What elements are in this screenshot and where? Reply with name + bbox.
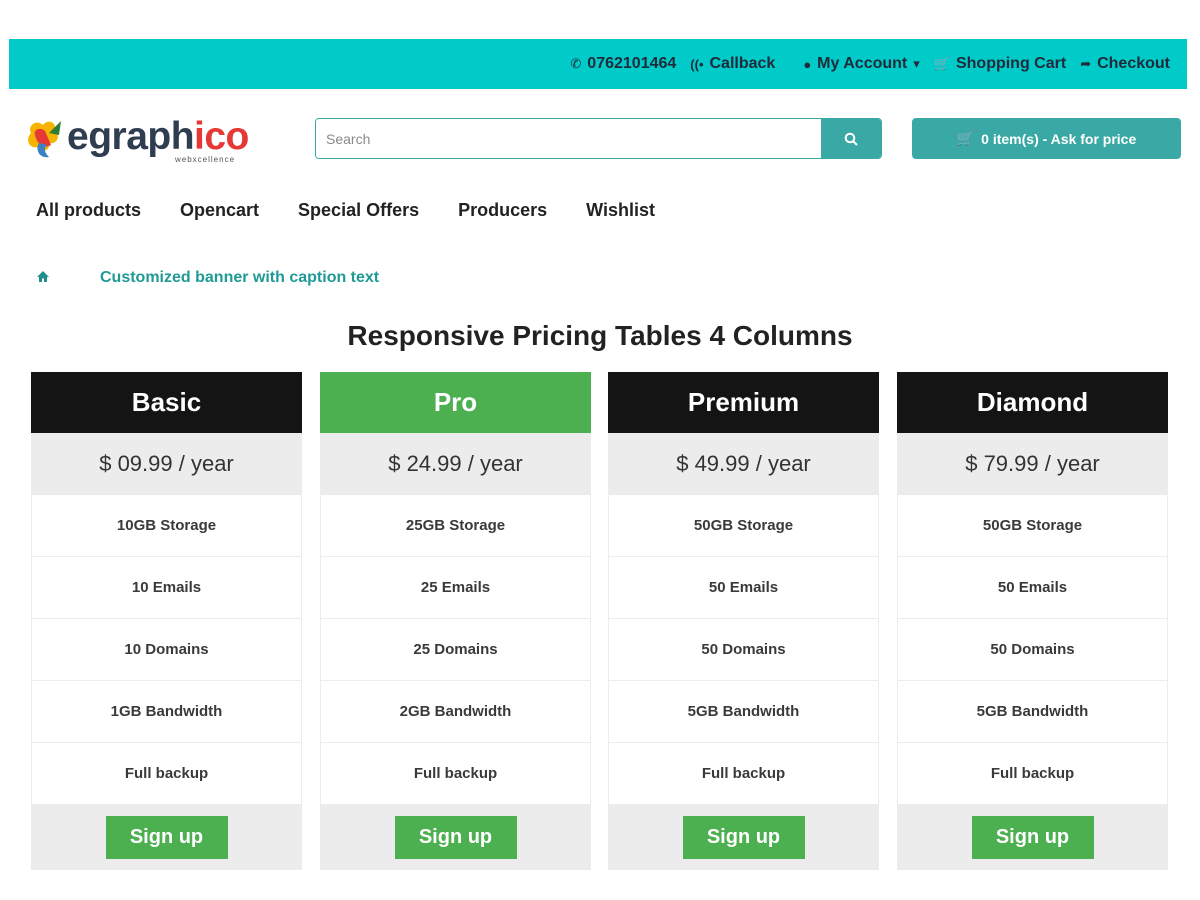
plan-feature: 50GB Storage: [608, 495, 879, 557]
plan-footer: Sign up: [31, 805, 302, 870]
plan-name: Diamond: [897, 372, 1168, 433]
shopping-cart-link[interactable]: 🛒 Shopping Cart: [934, 55, 1066, 73]
site-logo[interactable]: egraphico webxcellence: [25, 111, 260, 169]
plan-footer: Sign up: [608, 805, 879, 870]
pricing-column-diamond: Diamond $ 79.99 / year 50GB Storage 50 E…: [897, 372, 1168, 870]
cart-icon: 🛒: [956, 130, 975, 146]
callback-link[interactable]: ((• Callback: [690, 55, 775, 73]
callback-icon: ((•: [690, 56, 704, 72]
nav-item-producers[interactable]: Producers: [458, 200, 547, 221]
top-bar-links: ✆ 0762101464 ((• Callback ● My Account ▾…: [570, 39, 1170, 89]
logo-text-main: egraph: [67, 115, 195, 158]
logo-text-accent: ico: [194, 115, 249, 158]
plan-feature: Full backup: [320, 743, 591, 805]
plan-feature: 5GB Bandwidth: [608, 681, 879, 743]
plan-feature: 25GB Storage: [320, 495, 591, 557]
plan-price: $ 24.99 / year: [320, 433, 591, 495]
plan-name: Pro: [320, 372, 591, 433]
plan-feature: 10 Emails: [31, 557, 302, 619]
my-account-label: My Account: [817, 55, 908, 72]
plan-feature: 50 Emails: [608, 557, 879, 619]
sign-up-button[interactable]: Sign up: [105, 816, 228, 859]
plan-feature: Full backup: [608, 743, 879, 805]
phone-number: 0762101464: [587, 55, 677, 72]
user-icon: ●: [803, 56, 812, 72]
shopping-cart-label: Shopping Cart: [955, 55, 1067, 72]
plan-feature: 50 Domains: [608, 619, 879, 681]
plan-feature: 50GB Storage: [897, 495, 1168, 557]
pricing-column-premium: Premium $ 49.99 / year 50GB Storage 50 E…: [608, 372, 879, 870]
plan-price: $ 79.99 / year: [897, 433, 1168, 495]
plan-price: $ 09.99 / year: [31, 433, 302, 495]
plan-footer: Sign up: [320, 805, 591, 870]
breadcrumb: Customized banner with caption text: [36, 269, 379, 287]
share-arrow-icon: ➦: [1080, 56, 1092, 71]
chevron-down-icon: ▾: [913, 56, 920, 71]
main-nav: All products Opencart Special Offers Pro…: [36, 200, 655, 221]
page-title: Responsive Pricing Tables 4 Columns: [347, 320, 853, 351]
pricing-column-pro: Pro $ 24.99 / year 25GB Storage 25 Email…: [320, 372, 591, 870]
plan-feature: Full backup: [31, 743, 302, 805]
cart-button[interactable]: 🛒 0 item(s) - Ask for price: [912, 118, 1181, 159]
cart-icon: 🛒: [933, 56, 950, 71]
sign-up-button[interactable]: Sign up: [971, 816, 1094, 859]
home-icon[interactable]: [36, 270, 50, 287]
my-account-dropdown[interactable]: ● My Account ▾: [803, 55, 919, 73]
logo-tagline: webxcellence: [175, 155, 236, 164]
plan-footer: Sign up: [897, 805, 1168, 870]
checkout-label: Checkout: [1097, 55, 1170, 72]
plan-feature: Full backup: [897, 743, 1168, 805]
plan-feature: 50 Domains: [897, 619, 1168, 681]
plan-feature: 10 Domains: [31, 619, 302, 681]
plan-feature: 25 Emails: [320, 557, 591, 619]
plan-name: Basic: [31, 372, 302, 433]
phone-icon: ✆: [570, 56, 582, 71]
phone-link[interactable]: ✆ 0762101464: [570, 55, 676, 73]
logo-wordmark: egraphico: [67, 115, 249, 159]
callback-label: Callback: [709, 55, 776, 72]
logo-mark-icon: [28, 121, 61, 158]
cart-button-label: 0 item(s) - Ask for price: [981, 130, 1137, 147]
plan-feature: 50 Emails: [897, 557, 1168, 619]
search-input[interactable]: [316, 119, 821, 158]
plan-feature: 10GB Storage: [31, 495, 302, 557]
plan-feature: 5GB Bandwidth: [897, 681, 1168, 743]
top-bar: ✆ 0762101464 ((• Callback ● My Account ▾…: [9, 39, 1187, 89]
nav-item-opencart[interactable]: Opencart: [180, 200, 259, 221]
nav-item-wishlist[interactable]: Wishlist: [586, 200, 655, 221]
plan-feature: 1GB Bandwidth: [31, 681, 302, 743]
checkout-link[interactable]: ➦ Checkout: [1080, 55, 1170, 73]
breadcrumb-current[interactable]: Customized banner with caption text: [100, 269, 379, 287]
search-button[interactable]: [821, 119, 881, 158]
sign-up-button[interactable]: Sign up: [394, 816, 517, 859]
plan-name: Premium: [608, 372, 879, 433]
nav-item-all-products[interactable]: All products: [36, 200, 141, 221]
search-bar: [315, 118, 882, 159]
search-icon: [844, 132, 858, 146]
plan-feature: 25 Domains: [320, 619, 591, 681]
plan-feature: 2GB Bandwidth: [320, 681, 591, 743]
sign-up-button[interactable]: Sign up: [682, 816, 805, 859]
nav-item-special-offers[interactable]: Special Offers: [298, 200, 419, 221]
plan-price: $ 49.99 / year: [608, 433, 879, 495]
pricing-column-basic: Basic $ 09.99 / year 10GB Storage 10 Ema…: [31, 372, 302, 870]
